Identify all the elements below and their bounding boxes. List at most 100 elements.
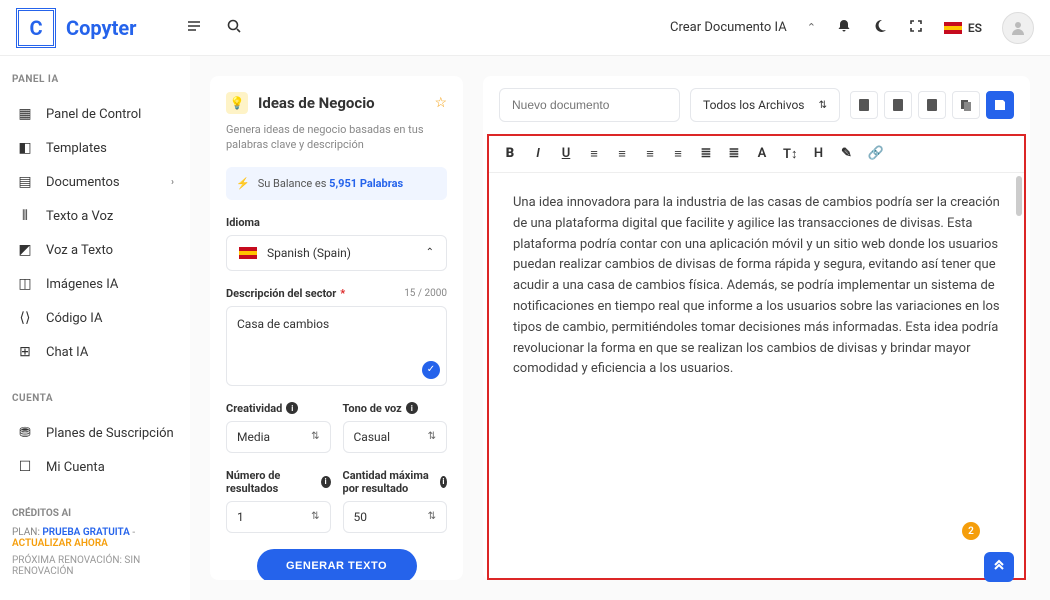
lightbulb-icon: 💡 — [226, 92, 248, 114]
editor-content[interactable]: Una idea innovadora para la industria de… — [489, 173, 1024, 578]
export-txt-icon[interactable] — [918, 91, 946, 119]
info-icon[interactable]: i — [406, 402, 418, 414]
creativity-select[interactable]: Media⇅ — [226, 421, 331, 453]
sidebar-section-panel: PANEL IA — [12, 74, 178, 85]
plan-name-link[interactable]: PRUEBA GRATUITA — [42, 527, 130, 538]
generate-button[interactable]: GENERAR TEXTO — [257, 549, 417, 580]
sector-label: Descripción del sector* 15 / 2000 — [226, 287, 447, 300]
archive-select[interactable]: Todos los Archivos⇅ — [690, 88, 840, 122]
save-icon[interactable] — [986, 91, 1014, 119]
dashboard-icon: ▦ — [16, 106, 34, 122]
search-icon[interactable] — [226, 18, 242, 38]
scroll-top-button[interactable] — [984, 552, 1014, 582]
highlight-button[interactable]: ✎ — [840, 146, 854, 162]
info-icon[interactable]: i — [286, 402, 298, 414]
chevron-up-icon: ⌃ — [426, 247, 434, 258]
tone-label: Tono de voz i — [343, 402, 448, 415]
copy-icon[interactable] — [952, 91, 980, 119]
sidebar-item-codigo[interactable]: ⟨⟩Código IA — [12, 301, 178, 335]
sidebar-item-planes[interactable]: ⛃ Planes de Suscripción — [12, 416, 178, 450]
chevron-up-icon[interactable]: ⌃ — [807, 21, 816, 34]
plans-icon: ⛃ — [16, 425, 34, 441]
maxwords-label: Cantidad máxima por resultado i — [343, 469, 448, 495]
language-selector[interactable]: ES — [944, 21, 982, 35]
results-label: Número de resultados i — [226, 469, 331, 495]
avatar[interactable] — [1002, 12, 1034, 44]
chat-icon: ⊞ — [16, 344, 34, 360]
fullscreen-icon[interactable] — [908, 18, 924, 38]
sidebar-item-label: Texto a Voz — [46, 209, 113, 224]
stt-icon: ◩ — [16, 242, 34, 258]
ordered-list-button[interactable]: ≣ — [699, 146, 713, 162]
check-icon: ✓ — [422, 361, 440, 379]
logo-mark: C — [16, 8, 56, 48]
tone-select[interactable]: Casual⇅ — [343, 421, 448, 453]
sidebar-item-label: Voz a Texto — [46, 243, 113, 258]
document-title-input[interactable] — [499, 88, 680, 122]
sidebar-item-imagenes[interactable]: ◫Imágenes IA — [12, 267, 178, 301]
upgrade-link[interactable]: ACTUALIZAR AHORA — [12, 538, 108, 549]
star-icon[interactable]: ☆ — [434, 95, 447, 111]
sidebar: PANEL IA ▦ Panel de Control ◧Templates ▤ D… — [0, 56, 190, 600]
font-button[interactable]: A — [755, 146, 769, 162]
export-pdf-icon[interactable] — [884, 91, 912, 119]
underline-button[interactable]: U — [559, 146, 573, 162]
font-size-button[interactable]: T↕ — [783, 146, 798, 162]
sidebar-item-label: Panel de Control — [46, 107, 141, 122]
results-stepper[interactable]: 1⇅ — [226, 501, 331, 533]
create-document-link[interactable]: Crear Documento IA — [670, 20, 787, 35]
balance-value: 5,951 Palabras — [329, 177, 403, 190]
language-value: Spanish (Spain) — [267, 246, 351, 260]
bolt-icon: ⚡ — [236, 177, 250, 190]
align-justify-button[interactable]: ≡ — [671, 146, 685, 162]
align-right-button[interactable]: ≡ — [643, 146, 657, 162]
unordered-list-button[interactable]: ≣ — [727, 146, 741, 162]
align-left-button[interactable]: ≡ — [587, 146, 601, 162]
scrollbar[interactable] — [1014, 176, 1022, 574]
bold-button[interactable]: B — [503, 146, 517, 162]
chevron-right-icon: › — [171, 177, 174, 188]
sidebar-item-documentos[interactable]: ▤ Documentos › — [12, 165, 178, 199]
sidebar-item-label: Mi Cuenta — [46, 460, 105, 475]
sidebar-item-templates[interactable]: ◧Templates — [12, 131, 178, 165]
link-button[interactable]: 🔗 — [868, 146, 884, 162]
sidebar-item-voz-texto[interactable]: ◩ Voz a Texto — [12, 233, 178, 267]
tts-icon: ⦀ — [16, 208, 34, 224]
documents-icon: ▤ — [16, 174, 34, 190]
code-icon: ⟨⟩ — [16, 310, 34, 326]
balance-banner: ⚡ Su Balance es 5,951 Palabras — [226, 167, 447, 200]
updown-icon: ⇅ — [819, 100, 827, 111]
updown-icon: ⇅ — [428, 431, 436, 442]
info-icon[interactable]: i — [321, 476, 331, 488]
notification-badge[interactable]: 2 — [962, 522, 980, 540]
app-header: C Copyter Crear Documento IA ⌃ ES — [0, 0, 1050, 56]
plan-line: PLAN: PRUEBA GRATUITA - ACTUALIZAR AHORA — [12, 527, 178, 549]
sidebar-item-texto-voz[interactable]: ⦀ Texto a Voz — [12, 199, 178, 233]
language-code: ES — [968, 21, 982, 35]
menu-toggle-icon[interactable] — [186, 18, 202, 38]
sidebar-item-label: Planes de Suscripción — [46, 426, 174, 441]
renewal-text: PRÓXIMA RENOVACIÓN: SIN RENOVACIÓN — [12, 555, 178, 577]
align-center-button[interactable]: ≡ — [615, 146, 629, 162]
sidebar-item-mi-cuenta[interactable]: ☐Mi Cuenta — [12, 450, 178, 484]
updown-icon: ⇅ — [311, 511, 319, 522]
language-select[interactable]: Spanish (Spain) ⌃ — [226, 235, 447, 271]
creativity-label: Creatividad i — [226, 402, 331, 415]
flag-spain-icon — [239, 247, 257, 259]
maxwords-stepper[interactable]: 50⇅ — [343, 501, 448, 533]
images-icon: ◫ — [16, 276, 34, 292]
form-title: Ideas de Negocio — [258, 94, 424, 112]
heading-button[interactable]: H — [812, 146, 826, 162]
sector-textarea[interactable]: Casa de cambios ✓ — [226, 306, 447, 386]
sidebar-item-label: Documentos — [46, 175, 120, 190]
sidebar-item-panel-control[interactable]: ▦ Panel de Control — [12, 97, 178, 131]
italic-button[interactable]: I — [531, 146, 545, 162]
required-mark: * — [340, 287, 345, 300]
language-label: Idioma — [226, 216, 447, 229]
export-word-icon[interactable] — [850, 91, 878, 119]
info-icon[interactable]: i — [440, 476, 447, 488]
sidebar-item-chat[interactable]: ⊞Chat IA — [12, 335, 178, 369]
moon-icon[interactable] — [872, 18, 888, 38]
sidebar-item-label: Templates — [46, 141, 107, 156]
bell-icon[interactable] — [836, 18, 852, 38]
